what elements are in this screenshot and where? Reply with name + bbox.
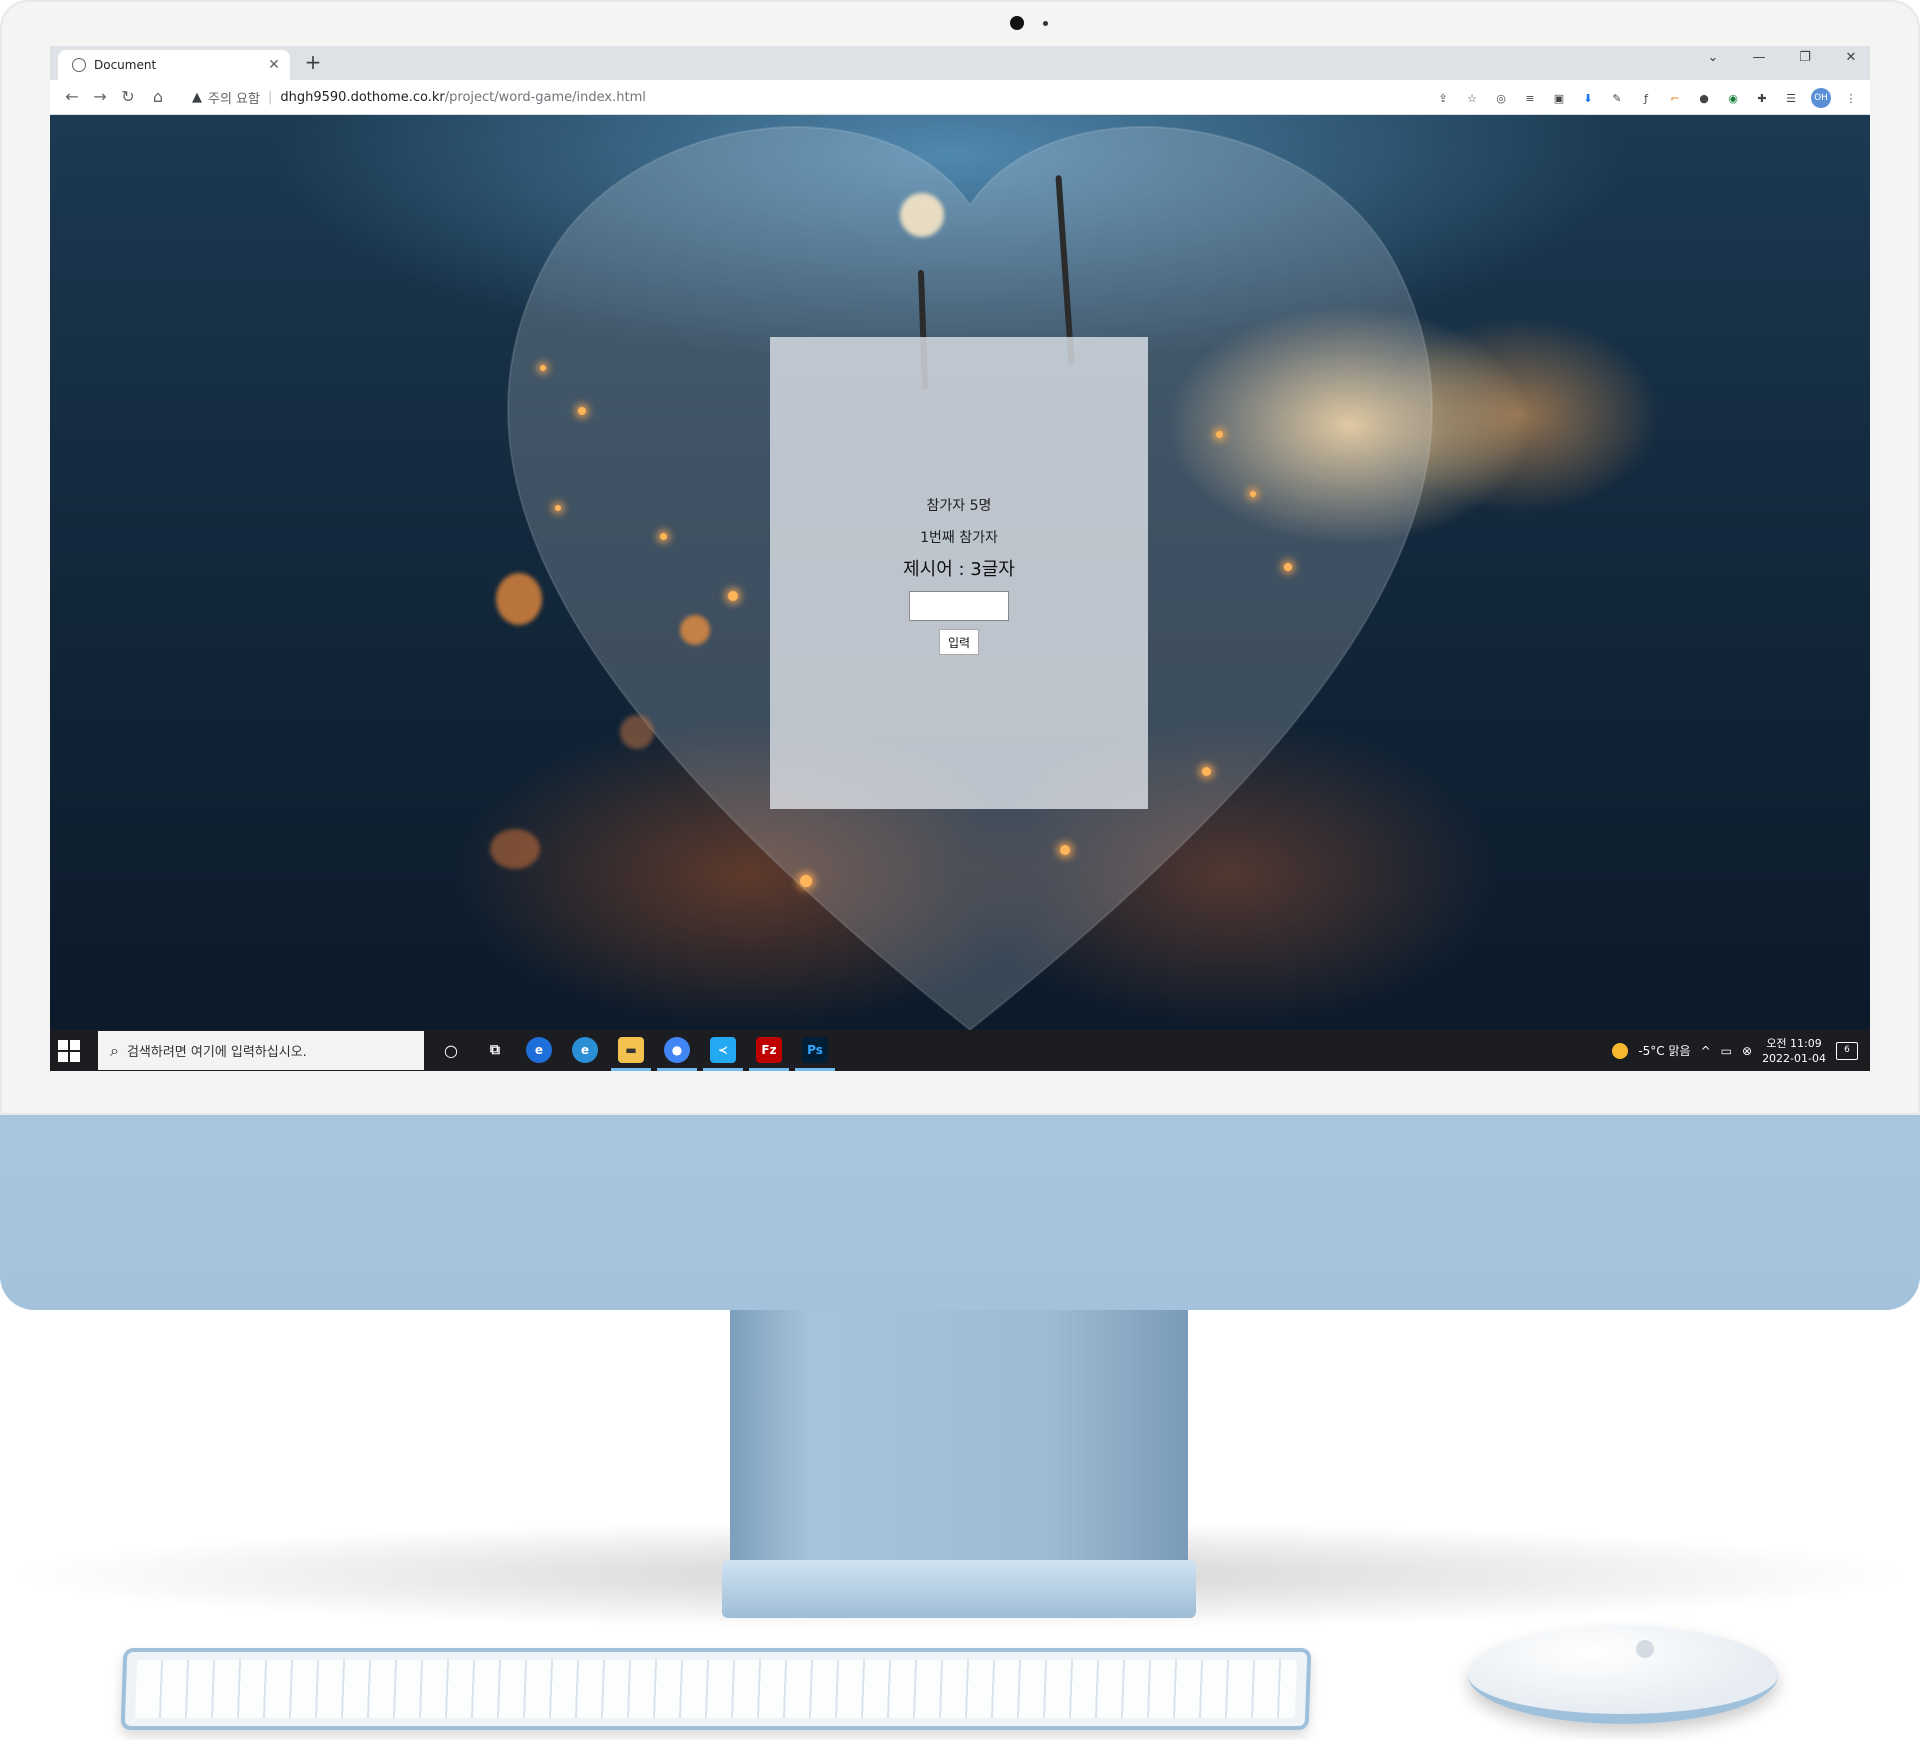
spark: [1250, 491, 1256, 497]
spark: [728, 591, 738, 601]
magic-mouse: [1468, 1626, 1778, 1724]
camera-indicator: [1043, 21, 1048, 26]
running-indicator: [611, 1068, 651, 1071]
reload-icon[interactable]: ↻: [116, 87, 140, 106]
weather-text[interactable]: -5°C 맑음: [1638, 1042, 1690, 1059]
extensions-puzzle-icon[interactable]: ✚: [1753, 89, 1771, 107]
imac-chin: [0, 1115, 1920, 1310]
spark: [555, 505, 561, 511]
spark: [1060, 845, 1070, 855]
bokeh-light: [900, 193, 944, 237]
players-count: 참가자 5명: [926, 498, 992, 514]
file-explorer-icon[interactable]: ▬: [618, 1037, 644, 1063]
apple-logo-icon: [1636, 1640, 1654, 1658]
spark: [800, 875, 812, 887]
browser-tab-bar: Document ✕ + ⌄ — ❐ ✕: [50, 46, 1870, 80]
tray-chevron-icon[interactable]: ^: [1701, 1044, 1711, 1058]
bookmark-star-icon[interactable]: ☆: [1463, 89, 1481, 107]
clock[interactable]: 오전 11:09 2022-01-04: [1762, 1036, 1826, 1066]
browser-tab[interactable]: Document ✕: [58, 50, 290, 80]
back-icon[interactable]: ←: [60, 87, 84, 106]
spark: [578, 407, 586, 415]
clock-date: 2022-01-04: [1762, 1051, 1826, 1065]
extensions-area: ⇪ ☆ ◎ ≡ ▣ ⬇ ✎ ƒ ⌐ ● ◉ ✚ ☰ OH ⋮: [1434, 88, 1860, 108]
chrome-icon[interactable]: ●: [664, 1037, 690, 1063]
search-icon: ⌕: [110, 1040, 119, 1060]
address-separator: |: [267, 89, 273, 105]
tab-search-button[interactable]: ⌄: [1698, 50, 1728, 65]
spark: [540, 365, 546, 371]
camera-icon: [1010, 16, 1024, 30]
windows-start-icon[interactable]: [58, 1040, 80, 1062]
url-host: dhgh9590.dothome.co.kr: [280, 89, 445, 105]
extension-puzzle-dark-icon[interactable]: ●: [1695, 89, 1713, 107]
word-input[interactable]: [909, 591, 1009, 621]
minimize-button[interactable]: —: [1744, 50, 1774, 65]
tab-close-icon[interactable]: ✕: [264, 57, 284, 73]
sun-icon: [1612, 1042, 1629, 1059]
vscode-icon[interactable]: ≺: [710, 1037, 736, 1063]
spark: [660, 533, 667, 540]
extension-camera-icon[interactable]: ▣: [1550, 89, 1568, 107]
spark: [1284, 563, 1292, 571]
warning-icon: ▲: [192, 89, 202, 105]
notification-icon[interactable]: 6: [1836, 1041, 1858, 1060]
word-hint: 제시어 : 3글자: [903, 559, 1015, 580]
search-placeholder: 검색하려면 여기에 입력하십시오.: [126, 1045, 307, 1060]
close-window-button[interactable]: ✕: [1836, 50, 1866, 65]
system-tray: -5°C 맑음 ^ ▭ ⊗ 오전 11:09 2022-01-04 6: [1612, 1030, 1858, 1071]
network-icon[interactable]: ▭: [1721, 1044, 1732, 1058]
profile-avatar[interactable]: OH: [1811, 88, 1831, 108]
running-indicator: [749, 1068, 789, 1071]
restore-button[interactable]: ❐: [1790, 50, 1820, 65]
filezilla-icon[interactable]: Fz: [756, 1037, 782, 1063]
share-icon[interactable]: ⇪: [1434, 89, 1452, 107]
running-indicator: [657, 1068, 697, 1071]
running-indicator: [795, 1068, 835, 1071]
running-indicator: [703, 1068, 743, 1071]
bokeh-light: [680, 615, 710, 645]
security-warning[interactable]: 주의 요함: [208, 88, 260, 107]
extension-earth-icon[interactable]: ◉: [1724, 89, 1742, 107]
url-path: /project/word-game/index.html: [444, 89, 646, 105]
globe-icon: [72, 58, 86, 72]
game-card: 참가자 5명 1번째 참가자 제시어 : 3글자 입력: [770, 337, 1148, 809]
extension-globe-icon[interactable]: ◎: [1492, 89, 1510, 107]
reading-list-icon[interactable]: ☰: [1782, 89, 1800, 107]
extension-download-icon[interactable]: ⬇: [1579, 89, 1597, 107]
screen: Document ✕ + ⌄ — ❐ ✕ ← → ↻ ⌂ ▲ 주의 요함 | d…: [50, 46, 1870, 1071]
cortana-icon[interactable]: ○: [438, 1037, 464, 1063]
bokeh-light: [490, 829, 540, 869]
internet-explorer-icon[interactable]: e: [526, 1037, 552, 1063]
current-turn: 1번째 참가자: [920, 530, 998, 546]
new-tab-button[interactable]: +: [300, 50, 326, 74]
tab-title: Document: [94, 58, 157, 72]
imac-stand-foot: [722, 1560, 1196, 1618]
bokeh-light: [496, 573, 542, 625]
bokeh-light: [620, 715, 654, 749]
taskbar-search[interactable]: ⌕ 검색하려면 여기에 입력하십시오.: [98, 1031, 424, 1070]
keyboard-keys: [134, 1660, 1298, 1718]
menu-kebab-icon[interactable]: ⋮: [1842, 89, 1860, 107]
home-icon[interactable]: ⌂: [146, 87, 170, 106]
edge-icon[interactable]: e: [572, 1037, 598, 1063]
clock-time: 오전 11:09: [1766, 1036, 1822, 1050]
web-page: 참가자 5명 1번째 참가자 제시어 : 3글자 입력: [50, 115, 1870, 1030]
windows-taskbar: ⌕ 검색하려면 여기에 입력하십시오. ○ ⧉ e e ▬ ● ≺ Fz Ps …: [50, 1030, 1870, 1071]
task-view-icon[interactable]: ⧉: [482, 1037, 508, 1063]
browser-toolbar: ← → ↻ ⌂ ▲ 주의 요함 | dhgh9590.dothome.co.kr…: [50, 80, 1870, 115]
extension-font-icon[interactable]: ƒ: [1637, 89, 1655, 107]
forward-icon[interactable]: →: [88, 87, 112, 106]
keyboard: [120, 1648, 1312, 1730]
extension-ruler-icon[interactable]: ≡: [1521, 89, 1539, 107]
volume-muted-icon[interactable]: ⊗: [1742, 1044, 1752, 1058]
spark: [1202, 767, 1211, 776]
address-bar[interactable]: ▲ 주의 요함 | dhgh9590.dothome.co.kr /projec…: [182, 84, 1482, 110]
extension-picker-icon[interactable]: ✎: [1608, 89, 1626, 107]
spark: [1216, 431, 1223, 438]
photoshop-icon[interactable]: Ps: [802, 1037, 828, 1063]
extension-color-icon[interactable]: ⌐: [1666, 89, 1684, 107]
submit-button[interactable]: 입력: [938, 629, 980, 655]
